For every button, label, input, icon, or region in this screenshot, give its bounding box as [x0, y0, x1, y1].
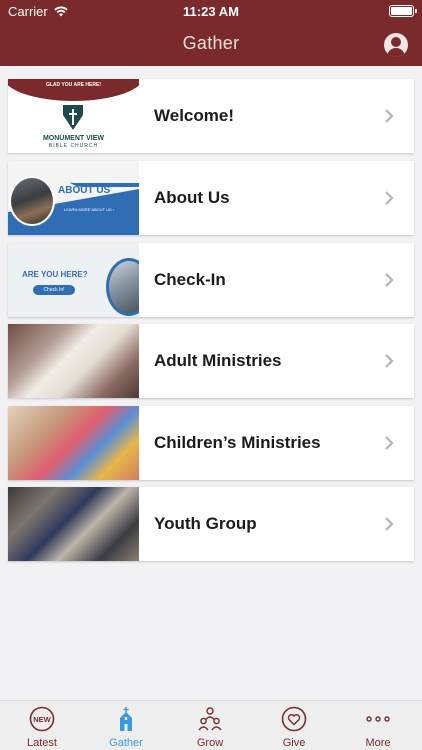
- church-name: MONUMENT VIEW: [42, 135, 105, 142]
- check-in-thumbnail: ARE YOU HERE? Check In!: [8, 243, 139, 317]
- tab-label: Gather: [109, 737, 143, 749]
- avatar-head: [391, 37, 401, 47]
- list-item-youth-group[interactable]: Youth Group: [8, 487, 414, 561]
- page-title: Gather: [182, 33, 240, 53]
- tab-give[interactable]: Give: [252, 701, 336, 750]
- about-thumbnail: ABOUT US LEARN MORE ABOUT US ›: [8, 161, 139, 235]
- tab-grow[interactable]: Grow: [168, 701, 252, 750]
- tab-bar: NEW Latest Gather Grow Give More: [0, 700, 422, 750]
- tab-more[interactable]: More: [336, 701, 420, 750]
- list-item-label: Youth Group: [154, 514, 257, 533]
- bible-reading-photo: [8, 324, 139, 398]
- tab-label: More: [365, 737, 391, 749]
- new-badge-icon: NEW: [29, 706, 55, 732]
- status-bar: Carrier 11:23 AM: [0, 0, 422, 22]
- list-item-adult-ministries[interactable]: Adult Ministries: [8, 324, 414, 398]
- avatar-body: [387, 48, 405, 57]
- thumbnail-title: ABOUT US: [58, 185, 111, 196]
- children-hands-photo: [8, 406, 139, 480]
- chevron-right-icon: [385, 517, 394, 531]
- chevron-right-icon: [385, 109, 394, 123]
- church-icon: [120, 707, 132, 731]
- list-item-welcome[interactable]: GLAD YOU ARE HERE! MONUMENT VIEW BIBLE C…: [8, 79, 414, 153]
- list-item-label: Check-In: [154, 270, 226, 289]
- list-item-about-us[interactable]: ABOUT US LEARN MORE ABOUT US › About Us: [8, 161, 414, 235]
- list-item-label: Children’s Ministries: [154, 433, 321, 452]
- profile-avatar-button[interactable]: [384, 33, 408, 57]
- church-subname: BIBLE CHURCH: [48, 143, 99, 149]
- tab-latest[interactable]: NEW Latest: [0, 701, 84, 750]
- church-logo-icon: [63, 105, 83, 130]
- chevron-right-icon: [385, 354, 394, 368]
- list-item-childrens-ministries[interactable]: Children’s Ministries: [8, 406, 414, 480]
- clock: 11:23 AM: [183, 4, 239, 19]
- nav-header: Carrier 11:23 AM Gather: [0, 0, 422, 66]
- thumbnail-subtitle: LEARN MORE ABOUT US ›: [64, 207, 115, 212]
- heart-icon: [281, 706, 307, 732]
- decor-shape: [52, 161, 139, 183]
- tab-label: Grow: [196, 737, 224, 749]
- more-dots-icon: [366, 716, 390, 722]
- banner-text: GLAD YOU ARE HERE!: [45, 82, 101, 88]
- people-group-icon: [198, 707, 222, 731]
- battery-icon: [389, 5, 417, 17]
- list-item-label: Adult Ministries: [154, 351, 282, 370]
- welcome-thumbnail: GLAD YOU ARE HERE! MONUMENT VIEW BIBLE C…: [8, 79, 139, 153]
- sanctuary-photo: [9, 176, 55, 226]
- youth-feet-photo: [8, 487, 139, 561]
- chevron-right-icon: [385, 273, 394, 287]
- kiosk-photo: [106, 258, 139, 316]
- list-item-label: About Us: [154, 188, 230, 207]
- thumbnail-title: ARE YOU HERE?: [22, 270, 88, 279]
- tab-label: Latest: [27, 737, 57, 749]
- badge-text: NEW: [33, 715, 51, 724]
- chevron-right-icon: [385, 436, 394, 450]
- chevron-right-icon: [385, 191, 394, 205]
- list-item-label: Welcome!: [154, 106, 234, 125]
- tab-gather[interactable]: Gather: [84, 701, 168, 750]
- list-item-check-in[interactable]: ARE YOU HERE? Check In! Check-In: [8, 243, 414, 317]
- tab-label: Give: [282, 737, 306, 749]
- thumbnail-button: Check In!: [33, 285, 75, 295]
